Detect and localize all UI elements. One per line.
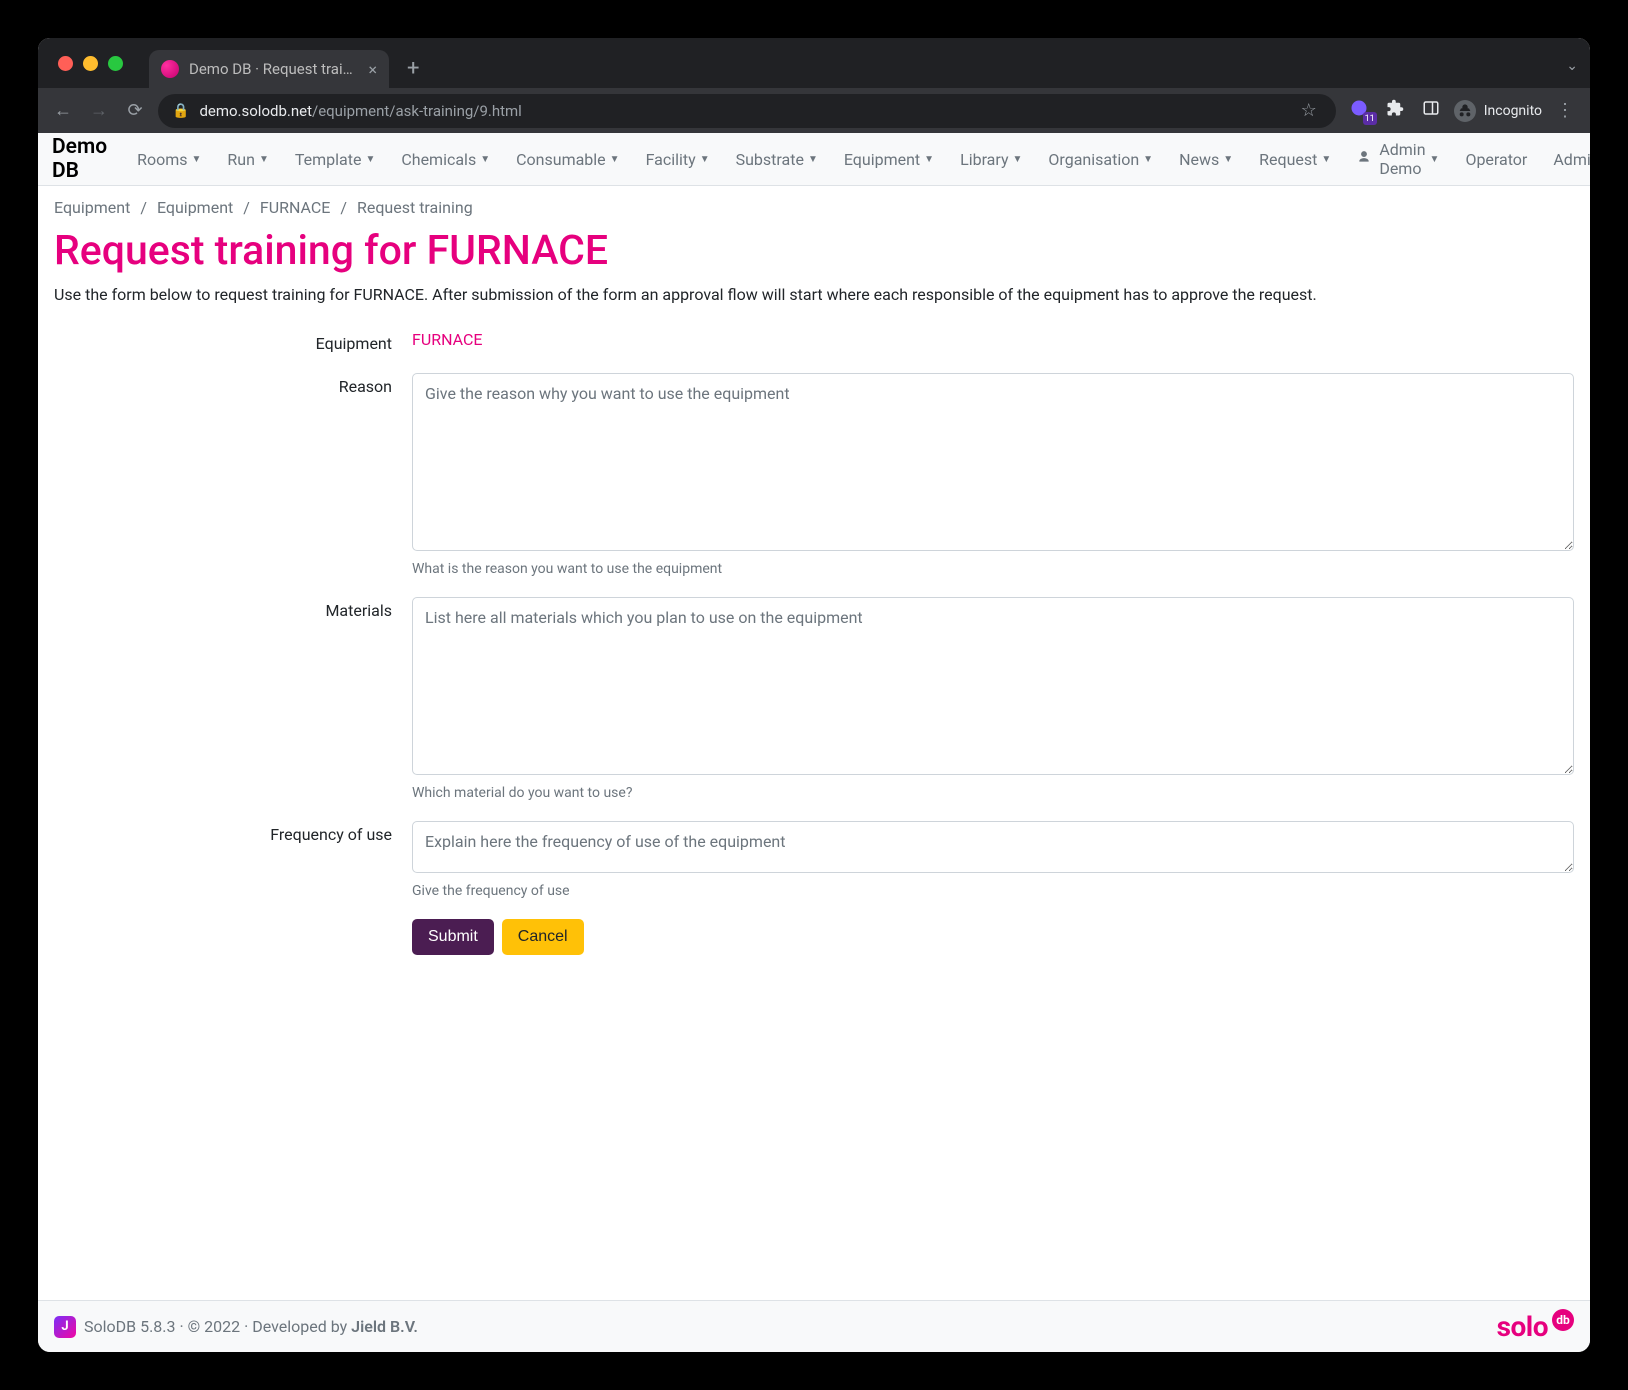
submit-button[interactable]: Submit <box>412 919 494 955</box>
app-footer: J SoloDB 5.8.3 · © 2022 · Developed by J… <box>38 1300 1590 1352</box>
window-controls <box>50 56 141 71</box>
reload-button[interactable]: ⟳ <box>122 100 148 121</box>
extensions-puzzle-icon[interactable] <box>1382 99 1408 122</box>
materials-help: Which material do you want to use? <box>412 785 1574 801</box>
breadcrumb-sep: / <box>340 198 347 217</box>
materials-textarea[interactable] <box>412 597 1574 775</box>
close-tab-icon[interactable]: × <box>368 60 377 79</box>
incognito-indicator[interactable]: Incognito <box>1454 100 1542 122</box>
user-icon <box>1357 150 1371 168</box>
brand[interactable]: Demo DB <box>52 135 107 183</box>
page-title: Request training for FURNACE <box>54 227 1574 275</box>
nav-rooms[interactable]: Rooms▼ <box>127 144 211 175</box>
label-equipment: Equipment <box>54 330 412 353</box>
nav-chemicals[interactable]: Chemicals▼ <box>391 144 500 175</box>
browser-tab[interactable]: Demo DB · Request training fo × <box>149 50 389 88</box>
url-host: demo.solodb.net <box>199 102 312 120</box>
solo-logo-badge: db <box>1552 1309 1574 1331</box>
footer-link[interactable]: Jield B.V. <box>351 1317 418 1336</box>
solo-logo-text: solo <box>1497 1310 1548 1343</box>
tab-overflow-icon[interactable]: ⌄ <box>1566 58 1578 74</box>
close-window-button[interactable] <box>58 56 73 71</box>
nav-request[interactable]: Request▼ <box>1249 144 1341 175</box>
footer-brand: solo db <box>1497 1310 1574 1343</box>
equipment-link[interactable]: FURNACE <box>412 330 483 349</box>
incognito-icon <box>1454 100 1476 122</box>
label-frequency: Frequency of use <box>54 821 412 899</box>
panel-icon[interactable] <box>1418 99 1444 122</box>
nav-template[interactable]: Template▼ <box>285 144 386 175</box>
breadcrumb-equipment-root[interactable]: Equipment <box>54 198 130 217</box>
page-lead: Use the form below to request training f… <box>54 285 1574 304</box>
nav-equipment[interactable]: Equipment▼ <box>834 144 944 175</box>
breadcrumb-sep: / <box>140 198 147 217</box>
minimize-window-button[interactable] <box>83 56 98 71</box>
nav-library[interactable]: Library▼ <box>950 144 1032 175</box>
frequency-help: Give the frequency of use <box>412 883 1574 899</box>
url-path: /equipment/ask-training/9.html <box>312 102 522 120</box>
nav-user-menu[interactable]: Admin Demo▼ <box>1347 134 1449 184</box>
lock-icon: 🔒 <box>172 103 189 119</box>
breadcrumb-sep: / <box>243 198 250 217</box>
url-text: demo.solodb.net/equipment/ask-training/9… <box>199 102 521 120</box>
back-button[interactable]: ← <box>50 100 76 121</box>
breadcrumb-furnace[interactable]: FURNACE <box>260 198 331 217</box>
nav-facility[interactable]: Facility▼ <box>636 144 720 175</box>
maximize-window-button[interactable] <box>108 56 123 71</box>
extension-badge: 11 <box>1363 112 1377 125</box>
new-tab-button[interactable]: + <box>407 56 419 81</box>
nav-organisation[interactable]: Organisation▼ <box>1038 144 1163 175</box>
breadcrumb-current: Request training <box>357 198 473 217</box>
nav-run[interactable]: Run▼ <box>217 144 278 175</box>
frequency-textarea[interactable] <box>412 821 1574 873</box>
breadcrumb: Equipment / Equipment / FURNACE / Reques… <box>54 198 1574 217</box>
nav-news[interactable]: News▼ <box>1169 144 1243 175</box>
footer-logo-icon: J <box>54 1316 76 1338</box>
footer-text: SoloDB 5.8.3 · © 2022 · Developed by Jie… <box>84 1317 418 1336</box>
address-bar[interactable]: 🔒 demo.solodb.net/equipment/ask-training… <box>158 94 1336 128</box>
nav-admin[interactable]: Admin <box>1543 144 1590 175</box>
browser-toolbar: ← → ⟳ 🔒 demo.solodb.net/equipment/ask-tr… <box>38 88 1590 133</box>
reason-help: What is the reason you want to use the e… <box>412 561 1574 577</box>
incognito-label: Incognito <box>1484 103 1542 119</box>
reason-textarea[interactable] <box>412 373 1574 551</box>
nav-operator[interactable]: Operator <box>1455 144 1537 175</box>
kebab-menu-icon[interactable]: ⋮ <box>1552 100 1578 121</box>
tab-favicon-icon <box>161 60 179 78</box>
browser-tab-bar: Demo DB · Request training fo × + ⌄ <box>38 38 1590 88</box>
app-navbar: Demo DB Rooms▼ Run▼ Template▼ Chemicals▼… <box>38 133 1590 186</box>
nav-consumable[interactable]: Consumable▼ <box>506 144 629 175</box>
extension-icon[interactable]: 11 <box>1346 98 1372 123</box>
page-content: Equipment / Equipment / FURNACE / Reques… <box>38 186 1590 1300</box>
tab-title: Demo DB · Request training fo <box>189 60 358 78</box>
label-reason: Reason <box>54 373 412 577</box>
forward-button: → <box>86 100 112 121</box>
bookmark-star-icon[interactable]: ☆ <box>1296 100 1322 121</box>
cancel-button[interactable]: Cancel <box>502 919 584 955</box>
nav-substrate[interactable]: Substrate▼ <box>726 144 828 175</box>
label-materials: Materials <box>54 597 412 801</box>
breadcrumb-equipment[interactable]: Equipment <box>157 198 233 217</box>
